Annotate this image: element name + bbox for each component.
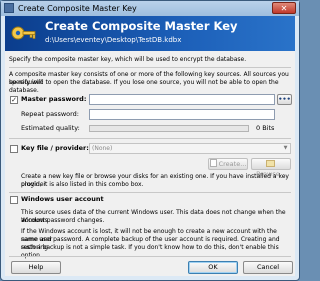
quality-bits: 0 Bits: [256, 124, 275, 132]
estimated-quality-label: Estimated quality:: [21, 124, 80, 132]
key-file-checkbox[interactable]: [10, 145, 18, 153]
new-file-icon: [209, 159, 217, 167]
create-label: Create...: [218, 160, 247, 168]
repeat-password-input[interactable]: [89, 109, 275, 120]
separator: [9, 67, 291, 68]
browse-key-file-button[interactable]: Browse...: [251, 158, 291, 178]
master-password-checkbox[interactable]: ✓: [10, 96, 18, 104]
dialog-window: Create Composite Master Key ✕ Create Com…: [0, 0, 300, 281]
repeat-password-label: Repeat password:: [21, 110, 79, 118]
app-icon: [4, 3, 14, 13]
master-password-label: Master password:: [21, 95, 87, 103]
info-line-2: be required to open the database. If you…: [9, 79, 279, 94]
ok-label: OK: [208, 263, 218, 271]
windows-account-label: Windows user account: [21, 195, 104, 203]
create-key-file-button[interactable]: Create...: [208, 158, 248, 170]
intro-text: Specify the composite master key, which …: [9, 56, 247, 63]
master-password-input[interactable]: [89, 94, 275, 105]
windows-account-text-5: such a backup is not a simple task. If y…: [21, 244, 279, 259]
help-label: Help: [28, 263, 44, 271]
separator: [9, 256, 291, 257]
key-file-label: Key file / provider:: [21, 144, 89, 152]
chevron-down-icon: ▼: [283, 145, 288, 151]
window-title: Create Composite Master Key: [18, 4, 137, 13]
key-provider-select[interactable]: (None) ▼: [89, 143, 291, 154]
close-button[interactable]: ✕: [272, 2, 296, 14]
key-provider-value: (None): [92, 145, 113, 152]
dialog-client: Create Composite Master Key d:\Users\eve…: [5, 16, 295, 276]
windows-account-text-2: account password changes.: [21, 217, 105, 224]
ok-button[interactable]: OK: [188, 261, 238, 274]
help-button[interactable]: Help: [11, 261, 61, 274]
show-password-button[interactable]: •••: [277, 94, 292, 105]
separator: [9, 192, 291, 193]
cancel-button[interactable]: Cancel: [243, 261, 293, 274]
header-banner: Create Composite Master Key d:\Users\eve…: [5, 16, 295, 51]
database-path: d:\Users\eventey\Desktop\TestDB.kdbx: [45, 36, 182, 44]
windows-account-checkbox[interactable]: [10, 196, 18, 204]
key-file-help-2: plugin, it is also listed in this combo …: [21, 181, 144, 188]
banner-title: Create Composite Master Key: [45, 19, 238, 33]
quality-bar: [89, 125, 249, 132]
title-bar[interactable]: Create Composite Master Key ✕: [1, 1, 299, 16]
cancel-label: Cancel: [256, 263, 280, 271]
key-icon: [11, 26, 36, 40]
folder-icon: [265, 160, 275, 167]
separator: [9, 138, 291, 139]
